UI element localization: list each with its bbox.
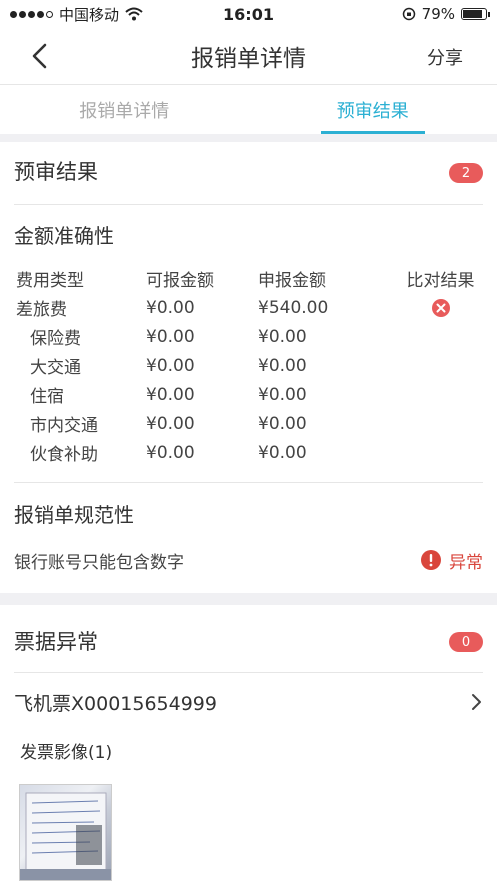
invoice-thumbnail[interactable] [19, 784, 112, 881]
header-type: 费用类型 [16, 271, 84, 291]
row-type: 保险费 [30, 329, 81, 349]
rule-status-label: 异常 [449, 552, 483, 573]
row-declared: ¥0.00 [258, 442, 307, 463]
divider [14, 482, 483, 483]
wifi-icon [125, 7, 143, 21]
tab-detail[interactable]: 报销单详情 [0, 85, 249, 134]
row-declared: ¥0.00 [258, 384, 307, 405]
divider [14, 672, 483, 673]
row-reimbursable: ¥0.00 [146, 384, 195, 405]
table-row: 住宿 ¥0.00 ¥0.00 [0, 380, 497, 409]
tab-pre-review-label: 预审结果 [336, 100, 409, 122]
status-left: 中国移动 [10, 4, 143, 25]
section-gap [0, 134, 497, 142]
header-reimbursable: 可报金额 [146, 271, 214, 291]
ticket-anomaly-title: 票据异常 [14, 630, 98, 654]
signal-icon [10, 10, 53, 18]
warning-icon [421, 550, 441, 570]
tab-bar: 报销单详情 预审结果 [0, 84, 497, 134]
table-row: 大交通 ¥0.00 ¥0.00 [0, 351, 497, 380]
ticket-count-badge: 0 [449, 632, 483, 652]
orientation-lock-icon [402, 7, 415, 21]
row-type: 差旅费 [16, 300, 67, 320]
row-reimbursable: ¥0.00 [146, 297, 195, 318]
table-row: 保险费 ¥0.00 ¥0.00 [0, 322, 497, 351]
back-button[interactable] [28, 42, 52, 70]
table-row: 市内交通 ¥0.00 ¥0.00 [0, 409, 497, 438]
pre-review-title: 预审结果 [14, 160, 98, 184]
mismatch-icon [431, 298, 450, 317]
ticket-label: 飞机票X00015654999 [14, 692, 217, 715]
battery-percent: 79% [421, 5, 455, 23]
rule-text: 银行账号只能包含数字 [14, 552, 184, 573]
row-result [388, 298, 493, 317]
amount-table: 费用类型 可报金额 申报金额 比对结果 差旅费 ¥0.00 ¥540.00 保险… [0, 264, 497, 467]
row-declared: ¥0.00 [258, 413, 307, 434]
table-row: 伙食补助 ¥0.00 ¥0.00 [0, 438, 497, 467]
chevron-right-icon [472, 694, 481, 710]
row-reimbursable: ¥0.00 [146, 326, 195, 347]
status-right: 79% [402, 5, 490, 23]
table-header: 费用类型 可报金额 申报金额 比对结果 [0, 264, 497, 293]
section-gap [0, 593, 497, 605]
row-declared: ¥0.00 [258, 355, 307, 376]
amount-accuracy-title: 金额准确性 [14, 224, 114, 248]
row-reimbursable: ¥0.00 [146, 355, 195, 376]
tab-pre-review[interactable]: 预审结果 [249, 85, 497, 134]
header-result: 比对结果 [406, 271, 475, 291]
row-type: 市内交通 [30, 416, 98, 436]
ticket-row[interactable]: 飞机票X00015654999 [14, 686, 483, 718]
divider [14, 204, 483, 205]
page-title: 报销单详情 [191, 46, 306, 72]
row-declared: ¥0.00 [258, 326, 307, 347]
table-row: 差旅费 ¥0.00 ¥540.00 [0, 293, 497, 322]
invoice-image-label: 发票影像(1) [20, 743, 113, 763]
row-declared: ¥540.00 [258, 297, 329, 318]
carrier-label: 中国移动 [59, 5, 120, 24]
nav-bar: 报销单详情 分享 [0, 28, 497, 84]
row-reimbursable: ¥0.00 [146, 442, 195, 463]
row-type: 大交通 [30, 358, 81, 378]
row-type: 住宿 [30, 387, 64, 407]
invoice-image [20, 792, 111, 880]
standard-title: 报销单规范性 [14, 503, 134, 527]
rule-status: 异常 [421, 548, 483, 573]
share-button[interactable]: 分享 [427, 44, 463, 70]
rule-row: 银行账号只能包含数字 异常 [14, 546, 483, 574]
row-type: 伙食补助 [30, 445, 98, 465]
status-bar: 中国移动 16:01 79% [0, 0, 497, 28]
row-reimbursable: ¥0.00 [146, 413, 195, 434]
header-declared: 申报金额 [258, 271, 326, 291]
battery-icon [461, 8, 490, 20]
pre-review-count-badge: 2 [449, 163, 483, 183]
